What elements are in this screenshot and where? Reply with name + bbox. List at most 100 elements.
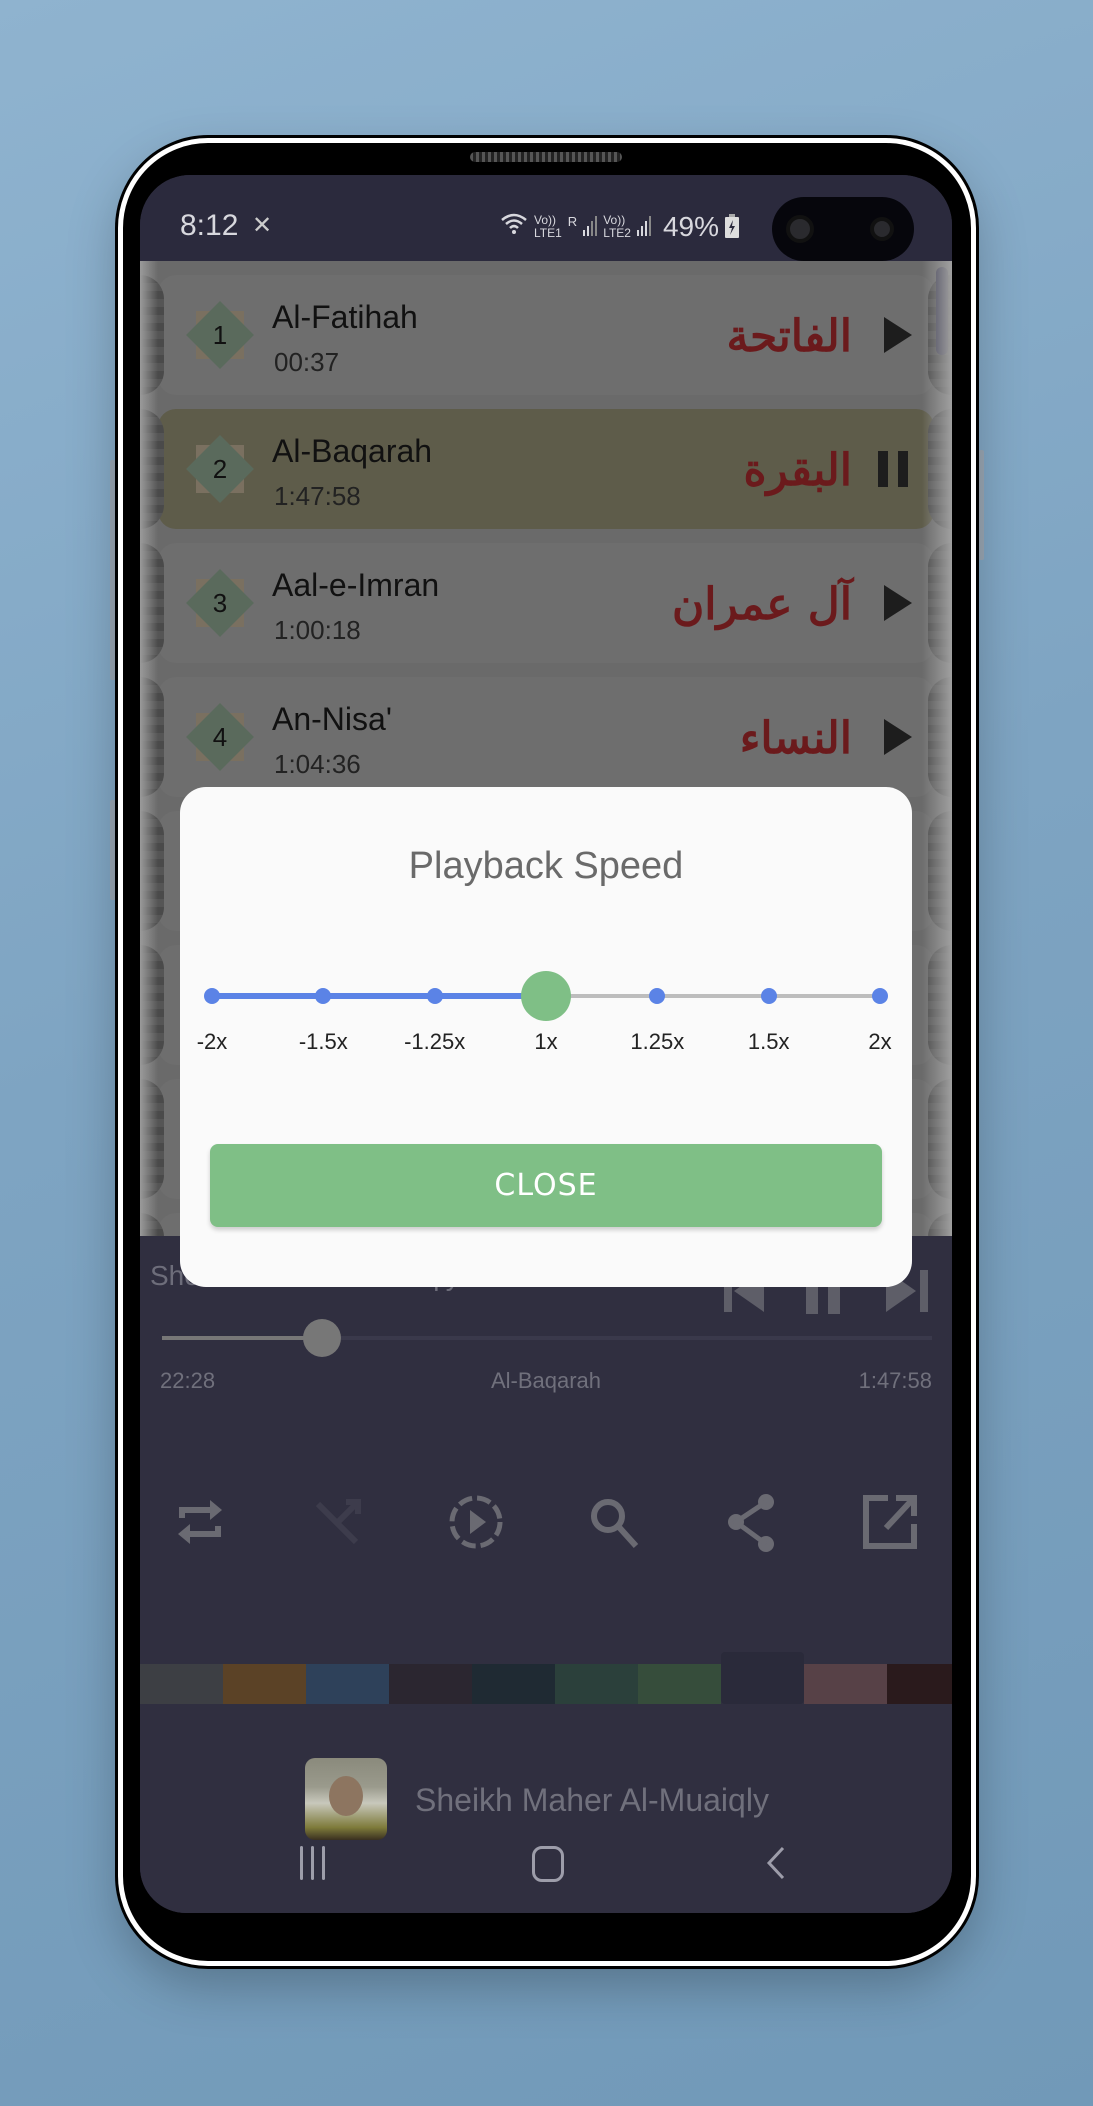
front-camera-cutout	[772, 197, 914, 261]
search-button[interactable]	[584, 1492, 644, 1552]
slider-tick[interactable]	[204, 988, 220, 1004]
sura-arabic-name: البقرة	[743, 445, 853, 496]
speed-label: -1.25x	[404, 1029, 466, 1054]
sura-number-badge: 3	[186, 569, 254, 637]
play-icon	[884, 585, 912, 621]
play-button[interactable]	[878, 583, 914, 623]
share-icon	[728, 1494, 774, 1552]
back-button[interactable]	[766, 1846, 786, 1880]
edge-shade	[140, 261, 158, 1236]
seek-bar-progress	[162, 1336, 323, 1340]
open-external-icon	[863, 1495, 917, 1549]
slider-track-active	[212, 993, 546, 999]
sura-name: Al-Fatihah	[272, 299, 418, 335]
sim2-indicator: Vo)) LTE2	[603, 214, 631, 240]
speed-slider[interactable]: -2x -1.5x -1.25x 1x 1.25x 1.5x 2x	[180, 787, 912, 1054]
wifi-icon	[500, 211, 528, 243]
signal-icon-2	[636, 215, 651, 239]
theme-swatch[interactable]	[140, 1664, 223, 1704]
share-button[interactable]	[722, 1492, 782, 1552]
roaming-label: R	[567, 213, 578, 229]
sura-number: 2	[212, 454, 228, 484]
theme-swatch[interactable]	[306, 1664, 389, 1704]
speed-label: -2x	[196, 1029, 228, 1054]
pause-button[interactable]	[878, 449, 914, 489]
speed-label: 1.25x	[630, 1029, 685, 1054]
speed-label: -1.5x	[298, 1029, 348, 1054]
battery-percent: 49%	[662, 211, 720, 242]
sura-name: Al-Baqarah	[272, 433, 433, 469]
sura-row[interactable]: 4 An-Nisa' 1:04:36 النساء	[140, 677, 952, 797]
camera-lens	[786, 215, 814, 243]
reciter-avatar	[305, 1758, 387, 1840]
sura-arabic-name: آل عمران	[671, 579, 852, 630]
seek-bar-thumb[interactable]	[303, 1319, 342, 1357]
status-time: 8:12	[180, 209, 239, 242]
seek-bar[interactable]	[162, 1319, 932, 1357]
player-panel: Sheikh Maher Al-Muaiqly 22:28 Al-Baqarah…	[140, 1236, 952, 1913]
theme-swatch[interactable]	[887, 1664, 952, 1704]
theme-swatch[interactable]	[223, 1664, 306, 1704]
play-button[interactable]	[878, 717, 914, 757]
status-bar: 8:12 ✕ Vo)) LTE1 R Vo)) LTE2 49%	[140, 175, 952, 261]
slider-tick[interactable]	[315, 988, 332, 1004]
play-icon	[884, 317, 912, 353]
sura-duration: 1:47:58	[274, 481, 361, 511]
repeat-icon	[178, 1500, 222, 1544]
sim1-indicator: Vo)) LTE1	[534, 214, 562, 240]
theme-swatch[interactable]	[721, 1652, 804, 1704]
shuffle-button[interactable]	[308, 1492, 368, 1552]
sura-number-badge: 1	[186, 301, 254, 369]
status-indicators: Vo)) LTE1 R Vo)) LTE2 49%	[500, 211, 740, 243]
bixby-button	[110, 800, 116, 900]
theme-swatch[interactable]	[638, 1664, 721, 1704]
close-button[interactable]: CLOSE	[210, 1144, 882, 1227]
sura-arabic-name: النساء	[739, 713, 852, 764]
theme-swatch[interactable]	[472, 1664, 555, 1704]
reciter-name: Sheikh Maher Al-Muaiqly	[415, 1782, 769, 1818]
sura-row-active[interactable]: 2 Al-Baqarah 1:47:58 البقرة	[140, 409, 952, 529]
volume-button	[110, 460, 116, 680]
play-icon	[884, 719, 912, 755]
slider-tick[interactable]	[426, 988, 443, 1004]
lte1-label: LTE1	[534, 226, 562, 240]
reciter-selector[interactable]: Sheikh Maher Al-Muaiqly	[140, 1758, 952, 1844]
sura-number: 3	[212, 588, 228, 618]
sura-arabic-name: الفاتحة	[726, 311, 852, 362]
playback-speed-dialog: Playback Speed -2x -1.5x -1.25x 1x 1.25x 1.5x…	[180, 787, 912, 1287]
home-button[interactable]	[532, 1846, 564, 1882]
sura-row[interactable]: 1 Al-Fatihah 00:37 الفاتحة	[140, 275, 952, 395]
recent-apps-button[interactable]	[300, 1846, 334, 1886]
back-icon	[766, 1846, 785, 1880]
sura-number-badge: 4	[186, 703, 254, 771]
sura-number: 1	[212, 320, 228, 350]
system-nav-bar	[140, 1836, 952, 1913]
slider-tick[interactable]	[649, 988, 666, 1004]
shuffle-icon	[315, 1499, 361, 1545]
sura-number-badge: 2	[186, 435, 254, 503]
theme-swatch[interactable]	[804, 1664, 887, 1704]
open-external-button[interactable]	[860, 1492, 920, 1552]
repeat-button[interactable]	[170, 1492, 230, 1552]
now-playing-title: Al-Baqarah	[490, 1368, 602, 1393]
play-button[interactable]	[878, 315, 914, 355]
lte2-label: LTE2	[603, 226, 631, 240]
sura-duration: 00:37	[274, 347, 340, 377]
sura-name: An-Nisa'	[272, 701, 392, 737]
player-toolbar	[140, 1492, 952, 1562]
sura-duration: 1:04:36	[274, 749, 361, 779]
slider-tick[interactable]	[760, 988, 777, 1004]
theme-swatch[interactable]	[389, 1664, 472, 1704]
autoplay-button[interactable]	[446, 1492, 506, 1552]
speed-label: 2x	[868, 1029, 892, 1054]
sura-name: Aal-e-Imran	[272, 567, 440, 603]
pause-icon	[878, 451, 914, 487]
theme-swatch[interactable]	[555, 1664, 638, 1704]
slider-tick[interactable]	[872, 988, 888, 1004]
theme-color-picker	[140, 1652, 952, 1704]
slider-thumb[interactable]	[521, 971, 571, 1021]
quran-app-notification-icon: ✕	[252, 212, 273, 239]
signal-icon-1	[583, 215, 598, 239]
sura-duration: 1:00:18	[274, 615, 361, 645]
sura-row[interactable]: 3 Aal-e-Imran 1:00:18 آل عمران	[140, 543, 952, 663]
